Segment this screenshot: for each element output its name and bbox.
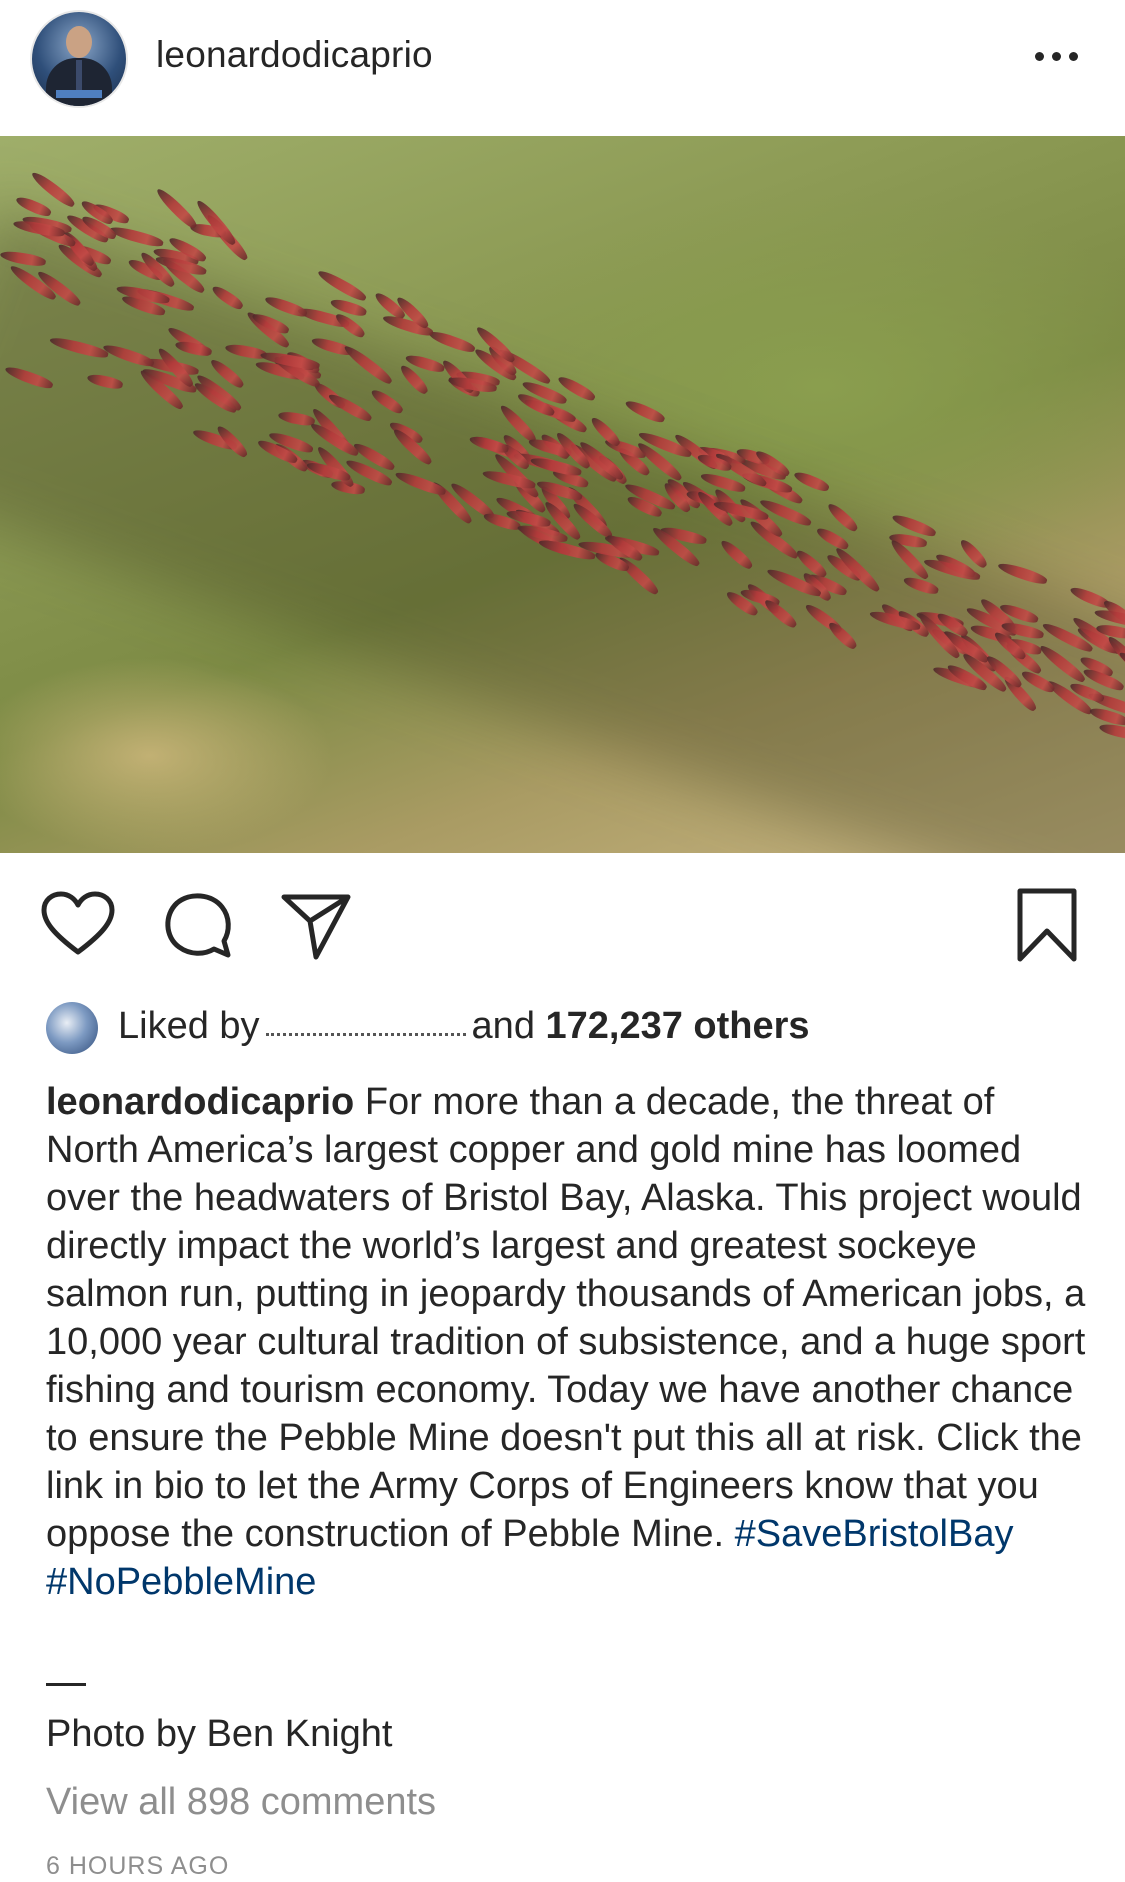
salmon <box>791 469 831 495</box>
likes-count[interactable]: 172,237 others <box>546 1005 810 1047</box>
salmon <box>315 267 368 304</box>
profile-avatar[interactable] <box>30 10 128 108</box>
post-timestamp: 6 HOURS AGO <box>46 1852 230 1880</box>
salmon <box>108 223 165 249</box>
likes-prefix: Liked by <box>118 1005 260 1047</box>
likes-middle: and <box>471 1005 535 1047</box>
post-photo[interactable] <box>0 136 1125 853</box>
heart-icon[interactable] <box>40 890 116 958</box>
caption-text: For more than a decade, the threat of No… <box>46 1081 1086 1555</box>
caption-username[interactable]: leonardodicaprio <box>46 1081 354 1123</box>
post-header: leonardodicaprio <box>0 0 1125 136</box>
salmon <box>193 197 239 248</box>
salmon <box>427 328 476 355</box>
redacted-liker <box>265 1019 466 1037</box>
salmon <box>154 185 200 232</box>
comment-icon[interactable] <box>162 889 234 961</box>
hashtag[interactable]: #NoPebbleMine <box>46 1561 316 1603</box>
send-icon[interactable] <box>280 889 352 961</box>
more-horizontal-icon[interactable] <box>1032 46 1082 66</box>
caption-separator <box>46 1683 86 1686</box>
likes-summary[interactable]: Liked by and 172,237 others <box>118 1005 810 1048</box>
bookmark-icon[interactable] <box>1014 887 1080 963</box>
view-comments-link[interactable]: View all 898 comments <box>46 1781 436 1824</box>
avatar-tie <box>76 60 82 90</box>
avatar-face <box>66 26 92 58</box>
post-username[interactable]: leonardodicaprio <box>156 34 433 76</box>
post-caption: leonardodicaprio For more than a decade,… <box>46 1078 1086 1606</box>
salmon <box>623 398 667 426</box>
liker-avatar[interactable] <box>46 1002 98 1054</box>
avatar-nameplate <box>56 90 102 98</box>
action-bar <box>0 853 1125 983</box>
photo-credit: Photo by Ben Knight <box>46 1713 393 1755</box>
hashtag[interactable]: #SaveBristolBay <box>735 1513 1014 1555</box>
